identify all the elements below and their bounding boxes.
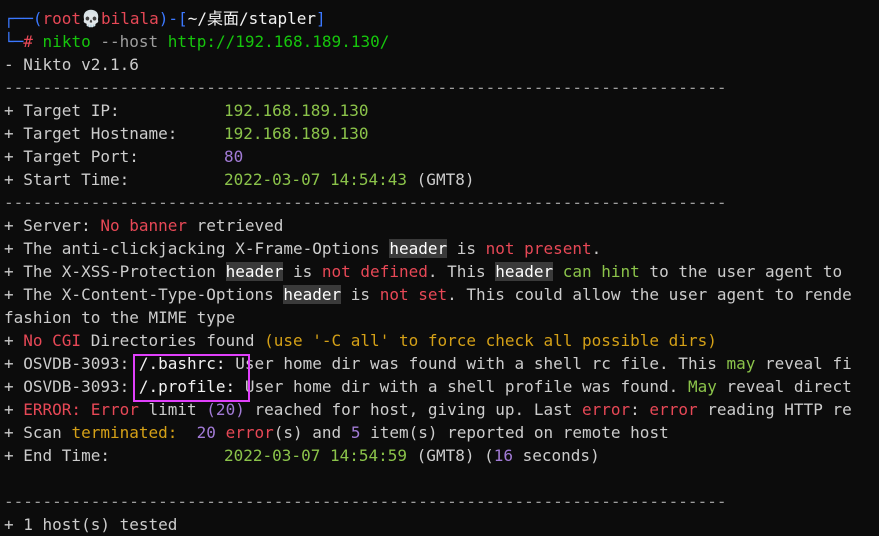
text: terminated: [71, 423, 178, 442]
end-timezone: (GMT8) [416, 446, 475, 465]
target-port-value: 80 [224, 147, 244, 166]
text: Directories found [81, 331, 265, 350]
text: header [225, 262, 284, 281]
text: header [389, 239, 448, 258]
divider: ----------------------------------------… [4, 492, 727, 511]
text: reveal direct [716, 377, 852, 396]
target-ip-line: + Target IP: 192.168.189.130 [4, 99, 879, 122]
prompt-line-1: ┌──(root💀bilala)-[~/桌面/stapler] [4, 7, 879, 30]
clickjacking-line: + The anti-clickjacking X-Frame-Options … [4, 237, 879, 260]
text: not defined [321, 262, 428, 281]
server-line: + Server: No banner retrieved [4, 214, 879, 237]
text: limit [138, 400, 207, 419]
text: : [630, 400, 650, 419]
scan-line: + Scan terminated: 20 error(s) and 5 ite… [4, 421, 879, 444]
text: reading HTTP re [697, 400, 852, 419]
text: to the user agent to [639, 262, 843, 281]
end-time-value: 2022-03-07 14:54:59 [224, 446, 408, 465]
text: reached for host, giving up. Last [244, 400, 582, 419]
xss-line: + The X-XSS-Protection header is not def… [4, 260, 879, 283]
text: may [726, 354, 756, 373]
skull-icon: 💀 [81, 9, 101, 28]
target-hostname-value: 192.168.189.130 [224, 124, 369, 143]
version-line: - Nikto v2.1.6 [4, 55, 139, 74]
start-time-value: 2022-03-07 14:54:43 [224, 170, 408, 189]
prompt-separator: )-[ [158, 9, 188, 28]
text: (20) [206, 400, 245, 419]
command-name: nikto [42, 32, 91, 51]
target-port-label: + Target Port: [4, 147, 139, 166]
cgi-line: + No CGI Directories found (use '-C all'… [4, 329, 879, 352]
command-flag: --host [100, 32, 159, 51]
target-ip-value: 192.168.189.130 [224, 101, 369, 120]
prompt-hash: # [23, 32, 33, 51]
text: (use '-C all' to force check all possibl… [264, 331, 717, 350]
text: not present [485, 239, 592, 258]
target-port-line: + Target Port: 80 [4, 145, 879, 168]
text: + [4, 331, 24, 350]
text: + [4, 400, 24, 419]
target-ip-label: + Target IP: [4, 101, 120, 120]
text: can hint [553, 262, 640, 281]
text: seconds) [513, 446, 600, 465]
prompt-path: ~/桌面/stapler [187, 9, 317, 28]
end-time-line: + End Time: 2022-03-07 14:54:59 (GMT8) (1… [4, 444, 879, 467]
text: item(s) reported on remote host [360, 423, 669, 442]
text: ERROR: [23, 400, 82, 419]
text: No CGI [23, 331, 82, 350]
text: . This could allow the user agent to ren… [447, 285, 852, 304]
text: May [687, 377, 717, 396]
text: error [225, 423, 274, 442]
text: Error [81, 400, 139, 419]
text: . This [427, 262, 496, 281]
divider: ----------------------------------------… [4, 193, 727, 212]
end-time-label: + End Time: [4, 446, 110, 465]
content-type-line: + The X-Content-Type-Options header is n… [4, 283, 879, 306]
text: + Scan [4, 423, 72, 442]
prompt-host: bilala [100, 9, 159, 28]
text: + OSVDB-3093: [4, 377, 139, 396]
text: is [283, 262, 322, 281]
text: User home dir with a shell profile was f… [235, 377, 688, 396]
highlight-annotation-box [133, 354, 250, 402]
prompt-corner: └─ [4, 32, 24, 51]
target-hostname-line: + Target Hostname: 192.168.189.130 [4, 122, 879, 145]
text: + Server: [4, 216, 101, 235]
duration-value: 16 [493, 446, 513, 465]
terminal-output[interactable]: ┌──(root💀bilala)-[~/桌面/stapler] └─# nikt… [4, 7, 879, 536]
text: error [581, 400, 631, 419]
text: + The X-XSS-Protection [4, 262, 226, 281]
text: (s) and [273, 423, 351, 442]
prompt-corner: ┌──( [4, 9, 43, 28]
text: is [447, 239, 486, 258]
text: retrieved [187, 216, 284, 235]
divider: ----------------------------------------… [4, 78, 727, 97]
text: + The anti-clickjacking X-Frame-Options [4, 239, 390, 258]
start-time-line: + Start Time: 2022-03-07 14:54:43 (GMT8) [4, 168, 879, 191]
text: No banner [100, 216, 188, 235]
text: 5 [350, 423, 361, 442]
text: header [495, 262, 554, 281]
text: error [649, 400, 698, 419]
text: ( [474, 446, 494, 465]
text: 20 [177, 423, 226, 442]
prompt-close: ] [316, 9, 326, 28]
target-hostname-label: + Target Hostname: [4, 124, 178, 143]
text: User home dir was found with a shell rc … [225, 354, 727, 373]
prompt-line-2: └─# nikto --host http://192.168.189.130/ [4, 30, 879, 53]
prompt-user: root [42, 9, 82, 28]
text: header [283, 285, 342, 304]
start-time-label: + Start Time: [4, 170, 130, 189]
start-timezone: (GMT8) [416, 170, 475, 189]
text: not set [379, 285, 448, 304]
text: + OSVDB-3093: [4, 354, 139, 373]
command-url: http://192.168.189.130/ [167, 32, 390, 51]
content-type-wrap-line: fashion to the MIME type [4, 308, 236, 327]
text: is [341, 285, 380, 304]
hosts-tested-line: + 1 host(s) tested [4, 515, 178, 534]
text: reveal fi [755, 354, 852, 373]
text: + The X-Content-Type-Options [4, 285, 284, 304]
text: . [591, 239, 602, 258]
